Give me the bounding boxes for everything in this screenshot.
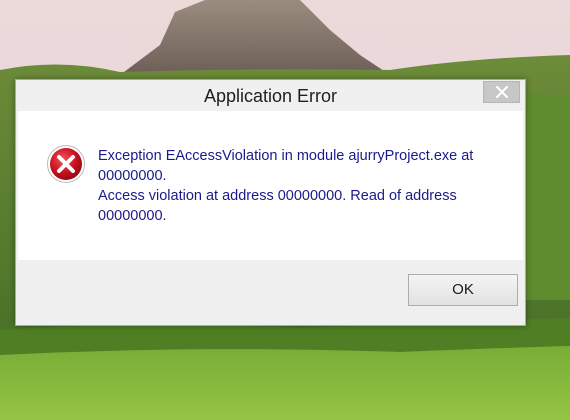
message-line: Access violation at address 00000000. Re… bbox=[98, 188, 457, 204]
dialog-title: Application Error bbox=[203, 86, 338, 106]
error-icon bbox=[47, 145, 85, 183]
error-message: Exception EAccessViolation in module aju… bbox=[98, 146, 498, 226]
message-line: 00000000. bbox=[98, 168, 167, 184]
dialog-footer: OK bbox=[18, 260, 523, 324]
message-line: 00000000. bbox=[98, 208, 167, 224]
dialog-titlebar[interactable]: Application Error bbox=[16, 80, 525, 111]
desktop-wallpaper: Application Error Exception EAccessViola… bbox=[0, 0, 570, 420]
close-button[interactable] bbox=[483, 81, 520, 103]
error-dialog: Application Error Exception EAccessViola… bbox=[15, 79, 526, 326]
dialog-content: Exception EAccessViolation in module aju… bbox=[18, 111, 523, 260]
close-icon bbox=[495, 86, 508, 98]
message-line: Exception EAccessViolation in module aju… bbox=[98, 148, 474, 164]
ok-button[interactable]: OK bbox=[408, 274, 518, 306]
